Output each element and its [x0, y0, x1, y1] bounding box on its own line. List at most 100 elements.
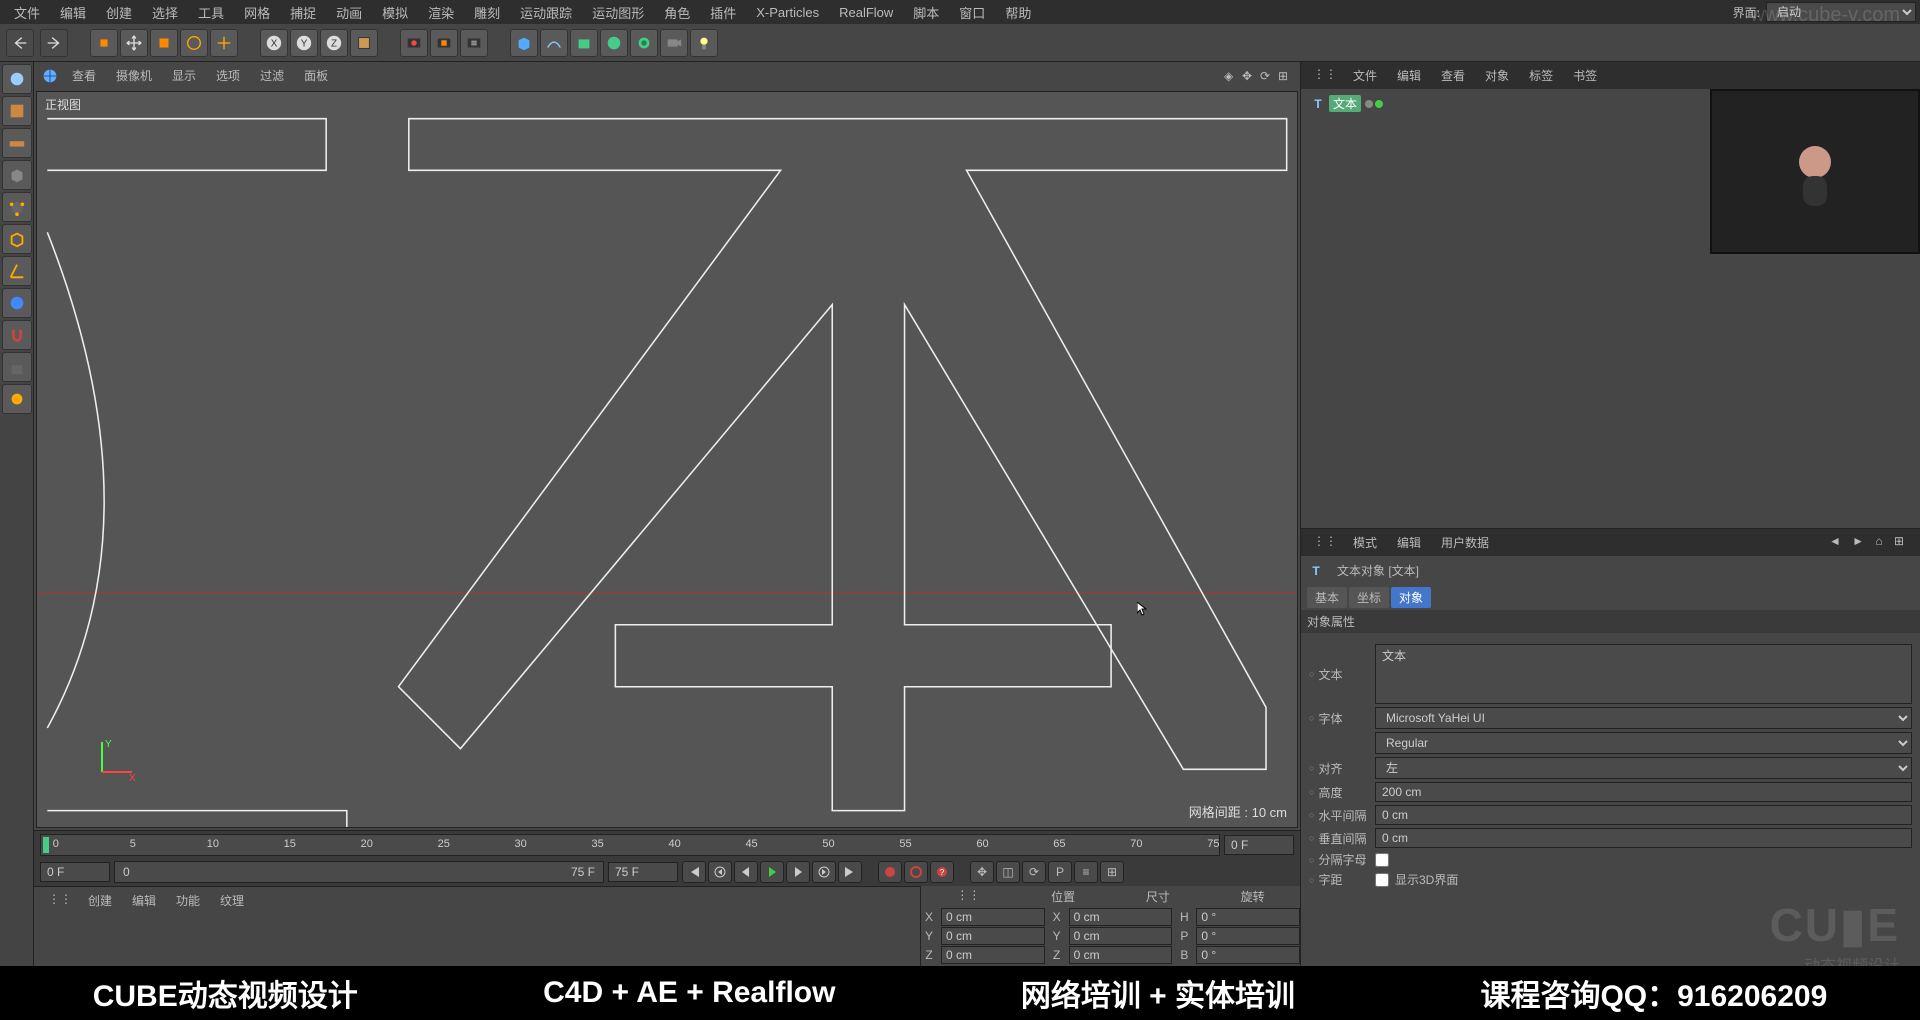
attr-top-edit[interactable]: 编辑 [1387, 531, 1431, 554]
model-mode-button[interactable] [2, 64, 32, 94]
separate-letters-checkbox[interactable] [1375, 853, 1389, 867]
vp-nav3-icon[interactable]: ⟳ [1260, 69, 1274, 83]
deformer-button[interactable] [600, 29, 628, 57]
environment-button[interactable] [630, 29, 658, 57]
obj-tab-bookmarks[interactable]: 书签 [1563, 64, 1607, 87]
vp-nav4-icon[interactable]: ⊞ [1278, 69, 1292, 83]
live-select-button[interactable] [90, 29, 118, 57]
size-x-field[interactable] [1069, 908, 1173, 926]
move-button[interactable] [120, 29, 148, 57]
layout-select[interactable]: 启动 [1766, 2, 1916, 22]
menu-edit[interactable]: 编辑 [50, 1, 96, 24]
next-frame-button[interactable] [786, 861, 810, 883]
size-y-field[interactable] [1069, 927, 1173, 945]
menu-snap[interactable]: 捕捉 [280, 1, 326, 24]
mat-function[interactable]: 功能 [166, 890, 210, 911]
size-z-field[interactable] [1069, 946, 1173, 964]
render-settings-button[interactable] [460, 29, 488, 57]
mat-texture[interactable]: 纹理 [210, 890, 254, 911]
camera-button[interactable] [660, 29, 688, 57]
coord-grip-icon[interactable]: ⋮⋮ [921, 886, 1016, 907]
goto-nextkey-button[interactable] [812, 861, 836, 883]
y-axis-button[interactable]: Y [290, 29, 318, 57]
point-mode-button[interactable] [2, 192, 32, 222]
pos-y-field[interactable] [941, 927, 1045, 945]
keyopt-button[interactable]: ? [930, 861, 954, 883]
menu-mesh[interactable]: 网格 [234, 1, 280, 24]
coord-sys-button[interactable] [350, 29, 378, 57]
obj-tab-view[interactable]: 查看 [1431, 64, 1475, 87]
render-view-button[interactable] [400, 29, 428, 57]
mat-create[interactable]: 创建 [78, 890, 122, 911]
font-style-select[interactable]: Regular [1375, 732, 1912, 754]
menu-help[interactable]: 帮助 [995, 1, 1041, 24]
timeline-endframe-field[interactable] [1224, 835, 1294, 855]
x-axis-button[interactable]: X [260, 29, 288, 57]
vm-panel[interactable]: 面板 [294, 65, 338, 86]
spline-button[interactable] [540, 29, 568, 57]
pos-z-field[interactable] [941, 946, 1045, 964]
visibility-dot-icon[interactable] [1375, 100, 1383, 108]
menu-render[interactable]: 渲染 [418, 1, 464, 24]
obj-tab-edit[interactable]: 编辑 [1387, 64, 1431, 87]
undo-button[interactable] [6, 29, 34, 57]
obj-tab-objects[interactable]: 对象 [1475, 64, 1519, 87]
edge-mode-button[interactable] [2, 224, 32, 254]
menu-character[interactable]: 角色 [654, 1, 700, 24]
redo-button[interactable] [40, 29, 68, 57]
attr-top-mode[interactable]: 模式 [1343, 531, 1387, 554]
menu-animate[interactable]: 动画 [326, 1, 372, 24]
obj-tab-tags[interactable]: 标签 [1519, 64, 1563, 87]
menu-select[interactable]: 选择 [142, 1, 188, 24]
text-content-field[interactable]: 文本 [1375, 644, 1912, 704]
scale-button[interactable] [150, 29, 178, 57]
rot-b-field[interactable] [1196, 946, 1300, 964]
axis-toggle-button[interactable] [2, 256, 32, 286]
key-rot-button[interactable]: ⟳ [1022, 861, 1046, 883]
goto-start-button[interactable] [682, 861, 706, 883]
attr-tab-object[interactable]: 对象 [1391, 587, 1431, 608]
viewport-canvas[interactable]: 正视图 Y X 网格间距 : 10 cm [36, 91, 1298, 828]
vm-filter[interactable]: 过滤 [250, 65, 294, 86]
rot-h-field[interactable] [1196, 908, 1300, 926]
menu-sculpt[interactable]: 雕刻 [464, 1, 510, 24]
vp-nav1-icon[interactable]: ◈ [1224, 69, 1238, 83]
timeline-playhead[interactable] [43, 837, 49, 853]
menu-tools[interactable]: 工具 [188, 1, 234, 24]
generator-button[interactable] [570, 29, 598, 57]
obj-tab-file[interactable]: 文件 [1343, 64, 1387, 87]
render-region-button[interactable] [430, 29, 458, 57]
texture-mode-button[interactable] [2, 96, 32, 126]
lastused-button[interactable] [210, 29, 238, 57]
key-pos-button[interactable]: ✥ [970, 861, 994, 883]
attr-grip-icon[interactable]: ⋮⋮ [1307, 531, 1343, 554]
locked-button[interactable] [2, 352, 32, 382]
attr-tab-coord[interactable]: 坐标 [1349, 587, 1389, 608]
play-button[interactable] [760, 861, 784, 883]
prev-frame-button[interactable] [734, 861, 758, 883]
height-field[interactable] [1375, 782, 1912, 802]
key-scale-button[interactable]: ◫ [996, 861, 1020, 883]
viewport-solo-button[interactable] [2, 288, 32, 318]
timeline-ruler[interactable]: 051015202530354045505560657075 [40, 834, 1220, 856]
show3d-checkbox[interactable] [1375, 873, 1389, 887]
menu-xparticles[interactable]: X-Particles [746, 3, 829, 22]
goto-prevkey-button[interactable] [708, 861, 732, 883]
rotate-button[interactable] [180, 29, 208, 57]
key-param-button[interactable]: P [1048, 861, 1072, 883]
vm-options[interactable]: 选项 [206, 65, 250, 86]
menu-realflow[interactable]: RealFlow [829, 3, 903, 22]
mat-edit[interactable]: 编辑 [122, 890, 166, 911]
font-family-select[interactable]: Microsoft YaHei UI [1375, 707, 1912, 729]
edit-mode-button[interactable] [2, 160, 32, 190]
key-options-button[interactable]: ⊞ [1100, 861, 1124, 883]
menu-window[interactable]: 窗口 [949, 1, 995, 24]
obj-grip-icon[interactable]: ⋮⋮ [1307, 64, 1343, 87]
menu-script[interactable]: 脚本 [903, 1, 949, 24]
cube-primitive-button[interactable] [510, 29, 538, 57]
vm-cameras[interactable]: 摄像机 [106, 65, 162, 86]
vp-nav2-icon[interactable]: ✥ [1242, 69, 1256, 83]
key-pla-button[interactable]: ≡ [1074, 861, 1098, 883]
timeline-range-slider[interactable]: 0 75 F [114, 861, 604, 883]
layer-dot-icon[interactable] [1365, 100, 1373, 108]
